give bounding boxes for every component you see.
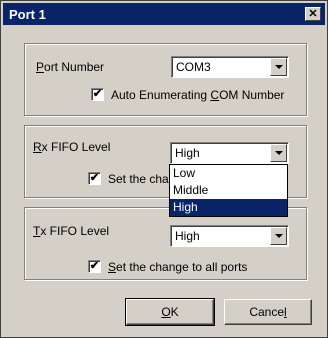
port-number-dropdown-button[interactable]: [270, 58, 287, 76]
rx-fifo-dropdown-list: Low Middle High: [169, 164, 288, 217]
auto-enumerating-checkbox[interactable]: ✔: [91, 88, 104, 101]
chevron-down-icon: [274, 151, 283, 155]
tx-fifo-label: Tx FIFO Level: [33, 224, 110, 238]
checkmark-icon: ✔: [92, 88, 103, 100]
tx-fifo-combobox[interactable]: High: [170, 225, 289, 247]
title-bar[interactable]: Port 1 ✕: [3, 3, 325, 25]
tx-set-all-ports-label: Set the change to all ports: [108, 260, 248, 274]
tx-set-all-ports-checkbox[interactable]: ✔: [88, 260, 101, 273]
window-title: Port 1: [9, 6, 46, 22]
port-settings-dialog: Port 1 ✕ Port Number COM3 ✔ Auto Enumera…: [0, 0, 328, 338]
rx-set-all-ports-checkbox[interactable]: ✔: [88, 172, 101, 185]
rx-fifo-combobox[interactable]: High: [170, 142, 289, 164]
tx-fifo-value: High: [175, 229, 200, 243]
tx-fifo-group: Tx FIFO Level High ✔ Set the change to a…: [24, 207, 307, 280]
checkmark-icon: ✔: [89, 260, 100, 272]
rx-fifo-value: High: [175, 146, 200, 160]
port-number-group: Port Number COM3 ✔ Auto Enumerating COM …: [24, 43, 307, 116]
port-number-label: Port Number: [36, 60, 105, 74]
cancel-button-label: Cancel: [249, 305, 287, 319]
ok-button-label: OK: [161, 305, 179, 319]
chevron-down-icon: [274, 65, 283, 69]
rx-fifo-dropdown-button[interactable]: [270, 144, 287, 162]
tx-fifo-dropdown-button[interactable]: [270, 227, 287, 245]
auto-enumerating-label: Auto Enumerating COM Number: [111, 88, 285, 102]
cancel-button[interactable]: Cancel: [224, 299, 312, 325]
dropdown-option-middle[interactable]: Middle: [170, 182, 287, 199]
port-number-value: COM3: [176, 60, 211, 74]
chevron-down-icon: [274, 234, 283, 238]
close-icon: ✕: [308, 7, 318, 20]
checkmark-icon: ✔: [89, 172, 100, 184]
dropdown-option-low[interactable]: Low: [170, 165, 287, 182]
close-button[interactable]: ✕: [305, 7, 321, 21]
ok-button[interactable]: OK: [125, 298, 215, 326]
dropdown-option-high[interactable]: High: [170, 199, 287, 216]
rx-set-all-ports-label: Set the cha: [108, 172, 169, 186]
port-number-combobox[interactable]: COM3: [171, 56, 289, 78]
rx-fifo-label: Rx FIFO Level: [33, 140, 111, 154]
